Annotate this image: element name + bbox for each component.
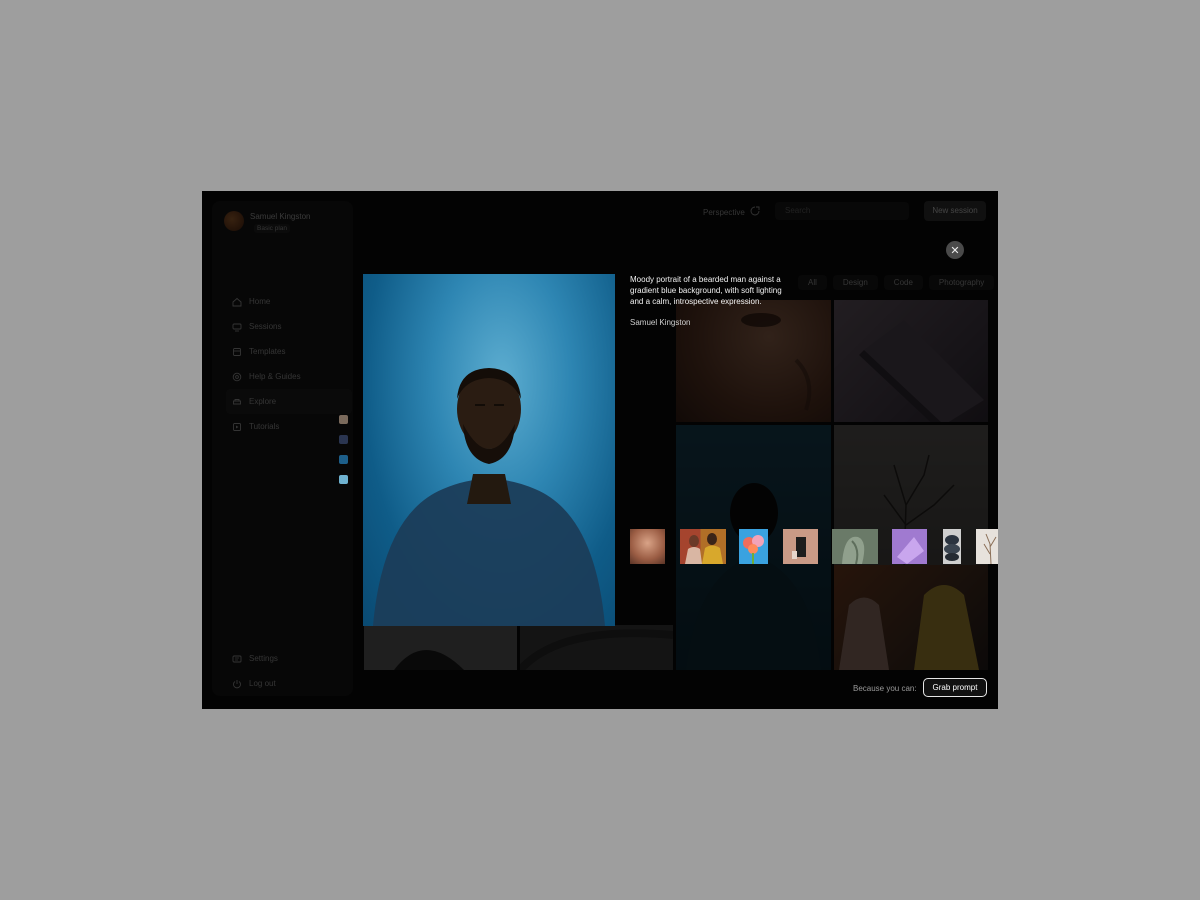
gallery-image[interactable]: [676, 300, 831, 422]
sidebar-item-templates[interactable]: Templates: [232, 339, 352, 364]
sidebar-item-settings[interactable]: Settings: [232, 646, 278, 671]
color-swatch[interactable]: [339, 475, 348, 484]
color-swatch[interactable]: [339, 455, 348, 464]
templates-icon: [232, 347, 242, 357]
search-input[interactable]: Search: [775, 202, 909, 220]
thumbnail[interactable]: [943, 529, 961, 564]
color-swatch[interactable]: [339, 415, 348, 424]
sidebar-item-label: Help & Guides: [249, 372, 301, 381]
new-session-button[interactable]: New session: [924, 201, 986, 221]
filter-code[interactable]: Code: [883, 275, 923, 290]
thumbnail[interactable]: [976, 529, 998, 564]
tutorials-icon: [232, 422, 242, 432]
thumbnail[interactable]: [739, 529, 768, 564]
sidebar-item-label: Home: [249, 297, 271, 306]
sidebar: Samuel Kingston Basic plan Home Sessions…: [212, 201, 353, 696]
sidebar-item-label: Log out: [249, 679, 276, 688]
modal-image: [363, 274, 615, 626]
sessions-icon: [232, 322, 242, 332]
perspective-toggle[interactable]: Perspective: [703, 206, 760, 218]
close-icon: ✕: [950, 244, 960, 257]
sidebar-item-sessions[interactable]: Sessions: [232, 314, 352, 339]
user-profile[interactable]: Samuel Kingston Basic plan: [224, 211, 310, 233]
perspective-label: Perspective: [703, 207, 745, 217]
sidebar-item-logout[interactable]: Log out: [232, 671, 278, 696]
sidebar-item-label: Templates: [249, 347, 286, 356]
sidebar-item-tutorials[interactable]: Tutorials: [232, 414, 352, 439]
avatar: [224, 211, 244, 231]
filter-photography[interactable]: Photography: [928, 275, 995, 290]
grab-prompt-button[interactable]: Grab prompt: [923, 678, 987, 697]
app-window: Samuel Kingston Basic plan Home Sessions…: [202, 191, 998, 709]
user-name: Samuel Kingston: [250, 212, 311, 221]
perspective-icon: [750, 206, 760, 218]
sidebar-item-help[interactable]: Help & Guides: [232, 364, 352, 389]
sidebar-item-label: Tutorials: [249, 422, 280, 431]
thumbnail[interactable]: [630, 529, 665, 564]
explore-icon: [232, 397, 242, 407]
sidebar-item-label: Settings: [249, 654, 278, 663]
filter-design[interactable]: Design: [832, 275, 878, 290]
gallery-image[interactable]: [834, 300, 988, 422]
image-description: Moody portrait of a bearded man against …: [630, 275, 782, 306]
thumbnail[interactable]: [783, 529, 818, 564]
help-icon: [232, 372, 242, 382]
gallery-image[interactable]: [520, 625, 673, 670]
search-placeholder: Search: [785, 206, 811, 215]
color-swatch[interactable]: [339, 435, 348, 444]
because-text: Because you can:: [853, 684, 917, 693]
close-button[interactable]: ✕: [946, 241, 964, 259]
thumbnail[interactable]: [832, 529, 878, 564]
thumbnail[interactable]: [892, 529, 927, 564]
sidebar-bottom-nav: Settings Log out: [232, 646, 278, 696]
sidebar-nav: Home Sessions Templates Help & Guides Ex…: [226, 289, 352, 439]
home-icon: [232, 297, 242, 307]
gallery-image[interactable]: [364, 625, 517, 670]
sidebar-item-home[interactable]: Home: [232, 289, 352, 314]
plan-badge: Basic plan: [254, 224, 290, 233]
thumbnail[interactable]: [680, 529, 726, 564]
gallery-image[interactable]: [834, 565, 988, 670]
filter-all[interactable]: All: [798, 275, 827, 290]
sidebar-item-label: Explore: [249, 397, 277, 406]
image-author[interactable]: Samuel Kingston: [630, 318, 690, 327]
sidebar-item-label: Sessions: [249, 322, 282, 331]
logout-icon: [232, 679, 242, 689]
sidebar-item-explore[interactable]: Explore: [226, 389, 352, 414]
settings-icon: [232, 654, 242, 664]
filter-chips: All Design Code Photography: [798, 275, 995, 290]
